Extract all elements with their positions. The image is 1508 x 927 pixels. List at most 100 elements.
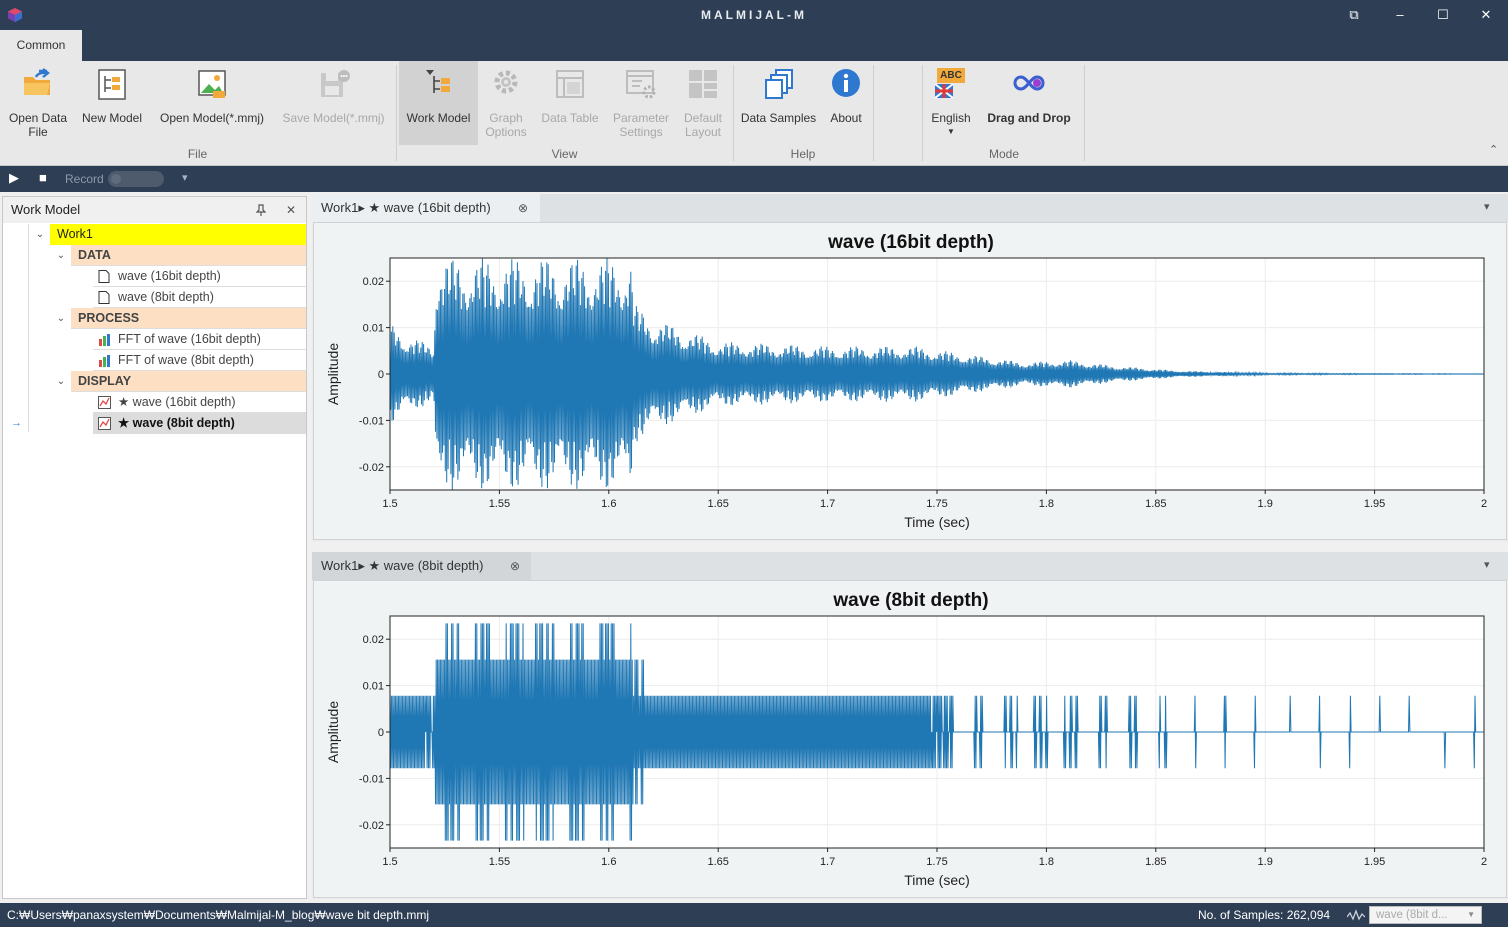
save-model-label: Save Model(*.mmj) <box>282 111 385 125</box>
record-toggle[interactable] <box>108 171 164 187</box>
ribbon-tab-bar: Common <box>0 30 1508 61</box>
pin-icon[interactable] <box>256 204 266 216</box>
tree-item-label: wave (16bit depth) <box>118 269 221 283</box>
close-tab-icon[interactable]: ⊗ <box>518 194 528 222</box>
new-model-button[interactable]: New Model <box>76 61 148 145</box>
collapse-chevron-icon[interactable]: ⌄ <box>54 245 68 266</box>
open-model-label: Open Model(*.mmj) <box>159 111 265 125</box>
drag-and-drop-label: Drag and Drop <box>987 111 1071 125</box>
tree-item-display-selected[interactable]: ★ wave (8bit depth) <box>93 413 306 434</box>
y-tick-label: 0 <box>378 369 384 381</box>
group-label-view: View <box>551 147 578 161</box>
tab-wave-16bit[interactable]: Work1▸ ★ wave (16bit depth) ⊗ <box>312 194 540 222</box>
collapse-chevron-icon[interactable]: ⌄ <box>33 224 47 245</box>
y-tick-label: 0.02 <box>363 276 384 288</box>
work-model-panel: Work Model ✕ ⌄ Work1 ⌄ DATA wave (16bit … <box>2 196 307 899</box>
tree-item-label: wave (8bit depth) <box>118 290 214 304</box>
work-model-button[interactable]: Work Model <box>399 61 478 145</box>
english-language-button[interactable]: ABC English ▼ <box>927 61 975 145</box>
tree-group-display[interactable]: DISPLAY <box>71 371 306 392</box>
document-icon <box>98 270 110 283</box>
x-tick-label: 1.85 <box>1145 856 1166 868</box>
default-layout-label: Default Layout <box>683 111 723 139</box>
data-samples-button[interactable]: Data Samples <box>737 61 820 145</box>
tree-item-data[interactable]: wave (16bit depth) <box>93 266 306 287</box>
tab-wave-8bit[interactable]: Work1▸ ★ wave (8bit depth) ⊗ <box>312 552 531 580</box>
tree-item-process[interactable]: FFT of wave (8bit depth) <box>93 350 306 371</box>
close-button[interactable]: ✕ <box>1474 5 1498 25</box>
y-tick-label: 0.01 <box>363 681 384 693</box>
drag-and-drop-button[interactable]: Drag and Drop <box>980 61 1078 145</box>
x-tick-label: 1.7 <box>820 498 835 510</box>
x-tick-label: 2 <box>1481 498 1487 510</box>
waveform-icon <box>1347 909 1365 921</box>
x-tick-label: 1.5 <box>382 498 397 510</box>
play-button[interactable]: ▶ <box>9 170 19 186</box>
minimize-button[interactable]: – <box>1388 5 1412 25</box>
english-label: English <box>931 111 971 125</box>
pane-tab-strip: Work1▸ ★ wave (16bit depth) ⊗ ▾ <box>312 194 1508 222</box>
tree-item-process[interactable]: FFT of wave (16bit depth) <box>93 329 306 350</box>
work-model-panel-title: Work Model <box>11 202 81 217</box>
open-model-button[interactable]: Open Model(*.mmj) <box>152 61 272 145</box>
chart-8bit[interactable]: 1.5 1.55 1.6 1.65 1.7 1.75 1.8 1.85 1.9 1.95 2 0.02… <box>314 581 1508 899</box>
tree-item-data[interactable]: wave (8bit depth) <box>93 287 306 308</box>
bar-chart-icon <box>99 355 110 367</box>
chart-area: wave (16bit depth) 1.5 1.55 1.6 1.65 1.7 1.75… <box>313 222 1507 540</box>
record-label: Record <box>65 172 104 186</box>
new-model-icon <box>98 69 126 100</box>
data-samples-icon <box>764 69 793 99</box>
y-tick-label: 0.02 <box>363 634 384 646</box>
about-button[interactable]: About <box>822 61 870 145</box>
save-model-button[interactable]: Save Model(*.mmj) <box>276 61 391 145</box>
pane-menu-button[interactable]: ▾ <box>1484 200 1490 213</box>
chart-pane-8bit: Work1▸ ★ wave (8bit depth) ⊗ ▾ wave (8bi… <box>312 552 1508 899</box>
chevron-down-icon: ▼ <box>947 127 955 136</box>
collapse-chevron-icon[interactable]: ⌄ <box>54 371 68 392</box>
toggle-knob <box>111 174 121 184</box>
x-tick-label: 1.75 <box>926 856 947 868</box>
tree-group-data[interactable]: DATA <box>71 245 306 266</box>
chart-area: wave (8bit depth) 1.5 1.55 1.6 1.65 1.7 1.75 1… <box>313 580 1507 898</box>
collapse-ribbon-button[interactable]: ⌃ <box>1489 143 1498 156</box>
default-layout-button[interactable]: Default Layout <box>678 61 728 145</box>
chart-16bit[interactable]: 1.5 1.55 1.6 1.65 1.7 1.75 1.8 1.85 1.9 1.95 2 0.02… <box>314 223 1508 541</box>
work-model-icon <box>425 70 450 93</box>
restore-layout-button[interactable]: ⧉ <box>1342 5 1366 25</box>
y-tick-label: 0.01 <box>363 323 384 335</box>
tree-item-display[interactable]: ★ wave (16bit depth) <box>93 392 306 413</box>
data-table-icon <box>556 70 584 98</box>
new-model-label: New Model <box>81 111 143 125</box>
collapse-chevron-icon[interactable]: ⌄ <box>54 308 68 329</box>
y-tick-label: -0.01 <box>359 773 384 785</box>
open-data-file-label: Open Data File <box>8 111 68 139</box>
tree-root-work1[interactable]: Work1 <box>50 224 306 245</box>
close-tab-icon[interactable]: ⊗ <box>510 552 520 580</box>
info-icon <box>832 69 860 97</box>
y-tick-label: 0 <box>378 727 384 739</box>
parameter-settings-button[interactable]: Parameter Settings <box>608 61 674 145</box>
line-chart-icon <box>98 396 111 409</box>
stop-button[interactable]: ■ <box>39 170 47 185</box>
x-tick-label: 1.75 <box>926 498 947 510</box>
display-selector[interactable]: wave (8bit d... ▼ <box>1369 906 1482 924</box>
open-data-file-button[interactable]: Open Data File <box>4 61 72 145</box>
open-folder-icon <box>24 68 50 95</box>
graph-options-button[interactable]: Graph Options <box>480 61 532 145</box>
tab-common[interactable]: Common <box>0 30 82 61</box>
title-bar: MALMIJAL-M ⧉ – ☐ ✕ <box>0 0 1508 30</box>
app-title: MALMIJAL-M <box>701 8 807 22</box>
pane-tab-strip: Work1▸ ★ wave (8bit depth) ⊗ ▾ <box>312 552 1508 580</box>
graph-options-label: Graph Options <box>485 111 527 139</box>
y-axis-label: Amplitude <box>325 701 341 763</box>
maximize-button[interactable]: ☐ <box>1431 5 1455 25</box>
tree-item-label: FFT of wave (8bit depth) <box>118 353 254 367</box>
pane-menu-button[interactable]: ▾ <box>1484 558 1490 571</box>
sample-count: No. of Samples: 262,094 <box>1198 908 1331 922</box>
data-table-button[interactable]: Data Table <box>536 61 604 145</box>
tree-group-process[interactable]: PROCESS <box>71 308 306 329</box>
record-dropdown-button[interactable]: ▾ <box>182 171 188 184</box>
tree-item-label: FFT of wave (16bit depth) <box>118 332 261 346</box>
close-panel-button[interactable]: ✕ <box>286 197 296 223</box>
x-tick-label: 1.85 <box>1145 498 1166 510</box>
